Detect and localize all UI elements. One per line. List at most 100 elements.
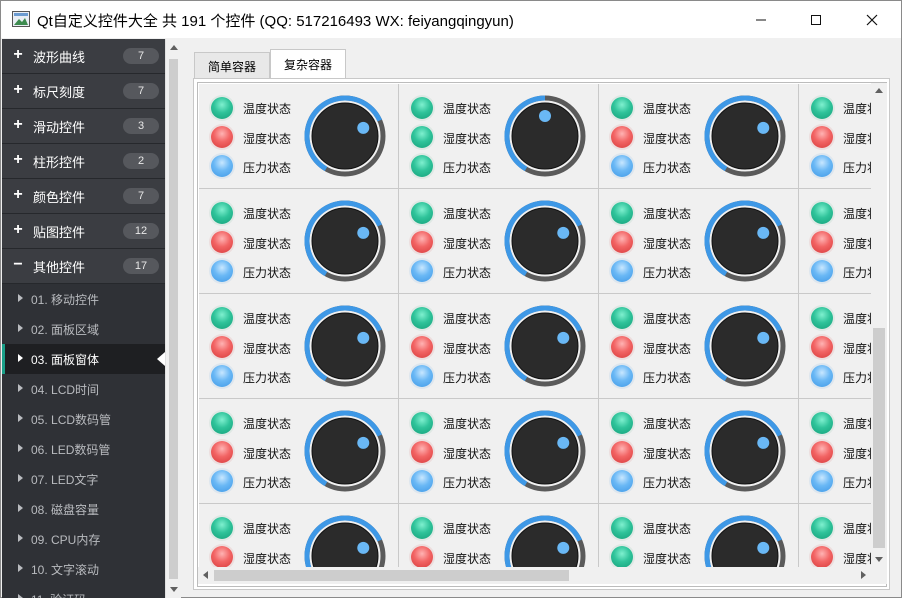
plus-icon: +: [13, 116, 23, 133]
minimize-button[interactable]: [738, 1, 784, 38]
scroll-down-icon[interactable]: [170, 587, 178, 592]
scroll-left-icon[interactable]: [203, 571, 208, 579]
sidebar-group[interactable]: + 标尺刻度 7: [2, 74, 165, 109]
sidebar-group[interactable]: − 其他控件 17: [2, 249, 165, 284]
caret-right-icon: [18, 594, 23, 598]
sidebar-group-label: 标尺刻度: [33, 84, 86, 100]
scroll-up-icon[interactable]: [170, 45, 178, 50]
status-led: [211, 126, 233, 148]
status-label: 温度状态: [243, 207, 292, 221]
gauge-body: [711, 417, 779, 485]
sidebar-item[interactable]: 01. 移动控件: [2, 284, 165, 314]
status-label: 湿度状态: [843, 237, 871, 251]
gauge-knob[interactable]: [303, 304, 387, 388]
maximize-icon: [811, 14, 821, 25]
status-label: 压力状态: [643, 266, 692, 280]
gauge-knob[interactable]: [703, 409, 787, 493]
caret-right-icon: [18, 414, 23, 422]
gauge-knob[interactable]: [503, 409, 587, 493]
sidebar-item[interactable]: 06. LED数码管: [2, 434, 165, 464]
tab-simple-container[interactable]: 简单容器: [194, 52, 270, 79]
gauge-indicator: [757, 331, 770, 344]
sidebar-item[interactable]: 08. 磁盘容量: [2, 494, 165, 524]
status-label: 温度状态: [443, 417, 492, 431]
status-label: 湿度状态: [843, 447, 871, 461]
scroll-thumb[interactable]: [214, 570, 569, 581]
sidebar-group[interactable]: + 贴图控件 12: [2, 214, 165, 249]
sidebar-nav: + 波形曲线 7 + 标尺刻度 7 + 滑动控件 3 + 柱形控件 2 + 颜色控件 7 + 贴图控件 12 − 其他…: [2, 39, 165, 598]
gauge-knob[interactable]: [303, 94, 387, 178]
gauge-knob[interactable]: [503, 94, 587, 178]
gauge-body: [511, 312, 579, 380]
sidebar-group[interactable]: + 波形曲线 7: [2, 39, 165, 74]
status-led: [811, 126, 833, 148]
sidebar-group[interactable]: + 颜色控件 7: [2, 179, 165, 214]
panel-cell: 温度状态湿度状态压力状态: [799, 399, 871, 504]
maximize-button[interactable]: [793, 1, 839, 38]
scroll-thumb[interactable]: [873, 328, 885, 548]
status-label: 压力状态: [443, 161, 492, 175]
status-led: [611, 517, 633, 539]
gauge-knob[interactable]: [703, 514, 787, 568]
scroll-right-icon[interactable]: [861, 571, 866, 579]
status-led: [811, 546, 833, 568]
status-label: 湿度状态: [243, 237, 292, 251]
minimize-icon: [756, 19, 766, 20]
scroll-thumb[interactable]: [169, 59, 178, 579]
sidebar-group-label: 柱形控件: [33, 154, 86, 170]
status-label: 温度状态: [243, 102, 292, 116]
close-button[interactable]: [849, 1, 895, 38]
sidebar-item[interactable]: 10. 文字滚动: [2, 554, 165, 584]
panel-cell: 温度状态湿度状态压力状态: [399, 399, 599, 504]
status-led: [211, 231, 233, 253]
scroll-up-icon[interactable]: [875, 88, 883, 93]
sidebar-item[interactable]: 07. LED文字: [2, 464, 165, 494]
sidebar-item[interactable]: 02. 面板区域: [2, 314, 165, 344]
gauge-knob[interactable]: [703, 304, 787, 388]
gauge-indicator: [357, 226, 370, 239]
sidebar-item[interactable]: 09. CPU内存: [2, 524, 165, 554]
sidebar-group[interactable]: + 柱形控件 2: [2, 144, 165, 179]
gauge-indicator: [357, 436, 370, 449]
sidebar-group[interactable]: + 滑动控件 3: [2, 109, 165, 144]
gauge-knob[interactable]: [703, 199, 787, 283]
gauge-knob[interactable]: [503, 199, 587, 283]
status-led: [811, 202, 833, 224]
status-label: 湿度状态: [843, 342, 871, 356]
panel-cell: 温度状态湿度状态压力状态: [199, 294, 399, 399]
scroll-down-icon[interactable]: [875, 557, 883, 562]
sidebar-group-label: 其他控件: [33, 259, 86, 275]
gauge-knob[interactable]: [303, 409, 387, 493]
status-label: 温度状态: [243, 417, 292, 431]
panel-vertical-scrollbar[interactable]: [871, 83, 887, 567]
panel-cell: 温度状态湿度状态压力状态: [199, 399, 399, 504]
status-led: [411, 97, 433, 119]
tab-complex-container[interactable]: 复杂容器: [270, 49, 346, 79]
caret-right-icon: [18, 294, 23, 302]
panel-cell: 温度状态湿度状态压力状态: [199, 189, 399, 294]
panel-cell: 温度状态湿度状态压力状态: [399, 294, 599, 399]
panel-horizontal-scrollbar[interactable]: [198, 567, 871, 584]
panel-cell: 温度状态湿度状态压力状态: [599, 189, 799, 294]
status-led: [811, 260, 833, 282]
status-led: [411, 365, 433, 387]
title-bar: Qt自定义控件大全 共 191 个控件 (QQ: 517216493 WX: f…: [1, 1, 901, 38]
status-label: 温度状态: [643, 522, 692, 536]
status-led: [211, 260, 233, 282]
status-led: [211, 517, 233, 539]
app-icon: [12, 11, 30, 27]
gauge-knob[interactable]: [503, 514, 587, 568]
gauge-knob[interactable]: [303, 199, 387, 283]
count-badge: 3: [123, 118, 159, 134]
caret-right-icon: [18, 444, 23, 452]
sidebar-item[interactable]: 11. 验证码: [2, 584, 165, 598]
gauge-knob[interactable]: [303, 514, 387, 568]
sidebar-item[interactable]: 04. LCD时间: [2, 374, 165, 404]
gauge-knob[interactable]: [703, 94, 787, 178]
sidebar-scrollbar[interactable]: [165, 39, 181, 598]
status-label: 温度状态: [843, 417, 871, 431]
gauge-body: [311, 102, 379, 170]
gauge-knob[interactable]: [503, 304, 587, 388]
sidebar-item[interactable]: 03. 面板窗体: [2, 344, 165, 374]
sidebar-item[interactable]: 05. LCD数码管: [2, 404, 165, 434]
